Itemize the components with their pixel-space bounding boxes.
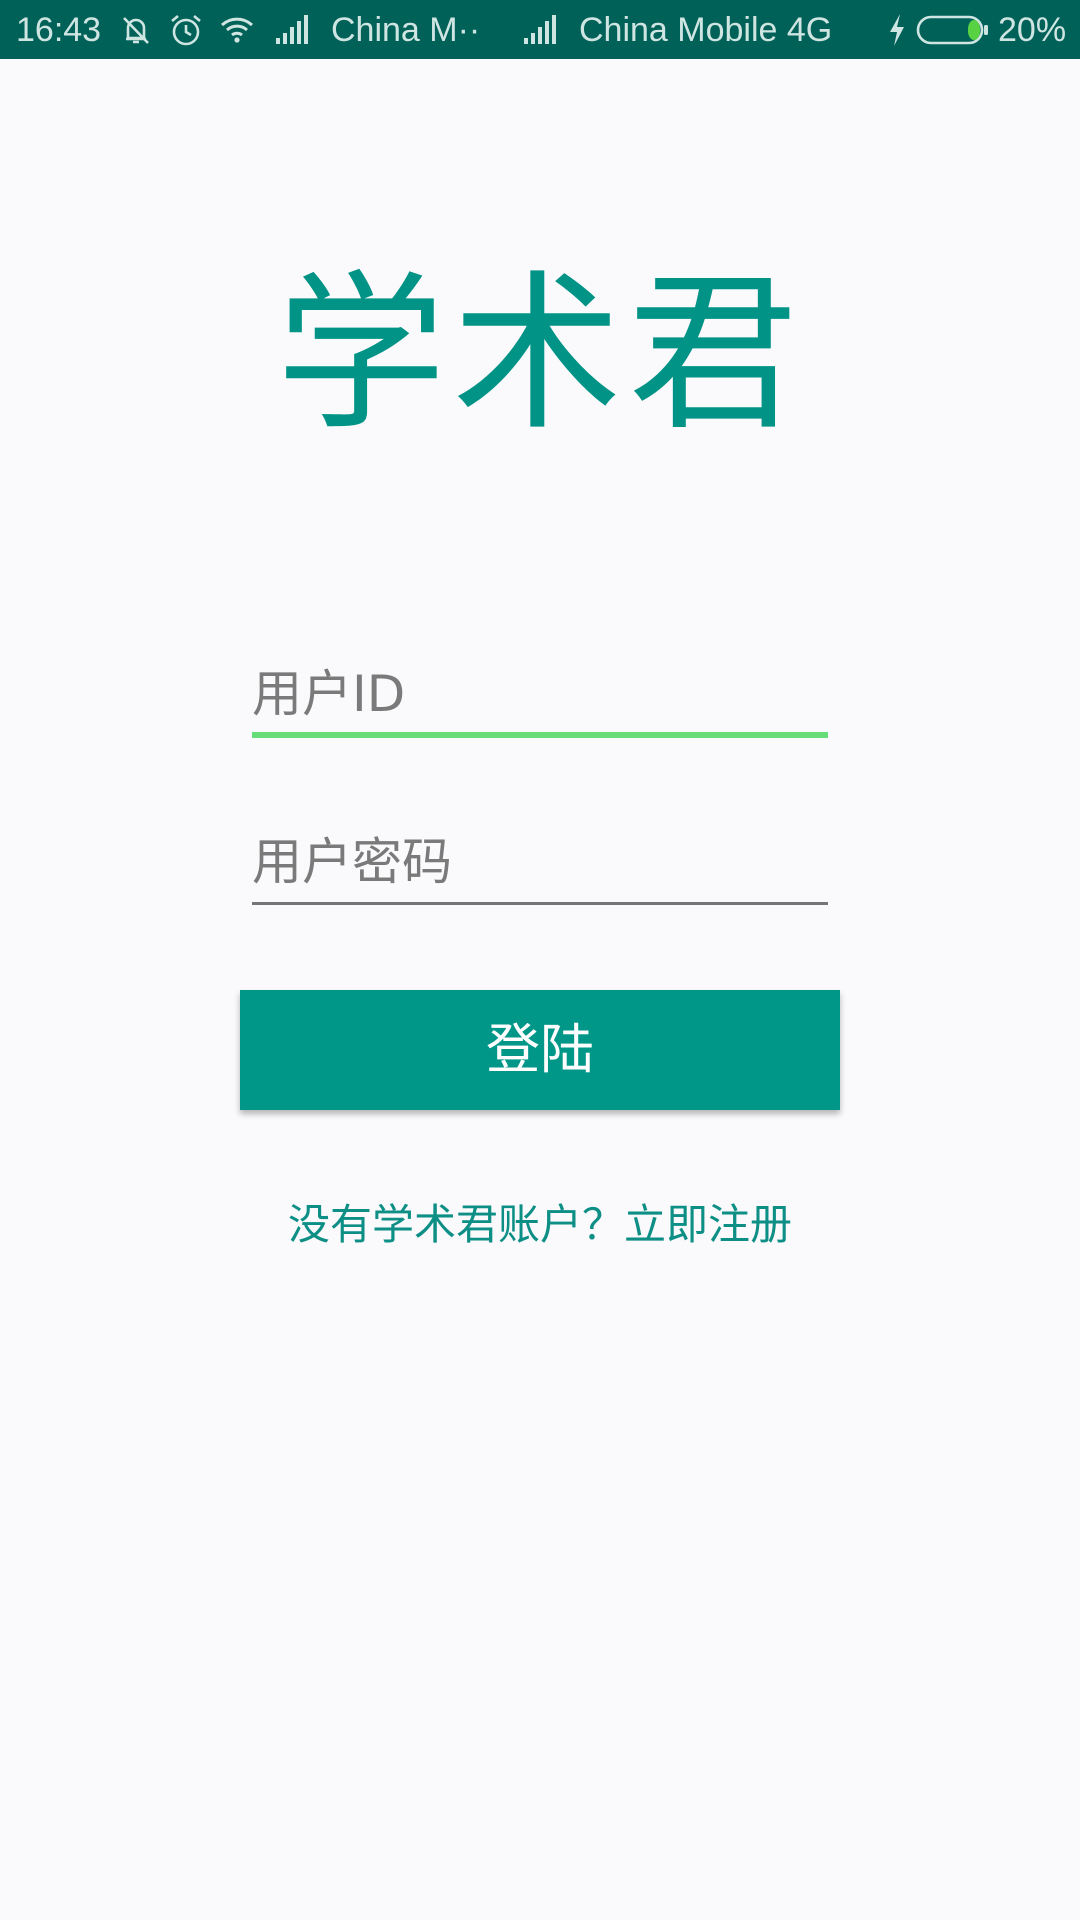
charging-icon	[886, 12, 908, 48]
signal-icon	[274, 12, 310, 48]
battery-icon	[916, 14, 990, 46]
carrier-2: China Mobile 4G	[579, 11, 833, 49]
password-underline	[252, 902, 828, 905]
user-id-field[interactable]	[252, 658, 828, 738]
login-button[interactable]: 登陆	[240, 990, 840, 1110]
register-link[interactable]: 没有学术君账户？立即注册	[0, 1195, 1080, 1255]
carrier-1: China M··	[331, 11, 481, 49]
user-id-underline	[252, 732, 828, 738]
signal-icon	[522, 12, 558, 48]
user-id-input[interactable]	[252, 658, 828, 730]
password-field[interactable]	[252, 826, 828, 906]
app-title: 学术君	[275, 256, 804, 454]
mute-icon	[118, 12, 154, 48]
password-input[interactable]	[252, 826, 828, 898]
status-time: 16:43	[16, 11, 102, 49]
status-bar: 16:43 China M·· China Mobile 4G 20%	[0, 0, 1080, 59]
wifi-icon	[219, 12, 255, 48]
alarm-icon	[168, 12, 204, 48]
battery-percent: 20%	[998, 11, 1067, 49]
